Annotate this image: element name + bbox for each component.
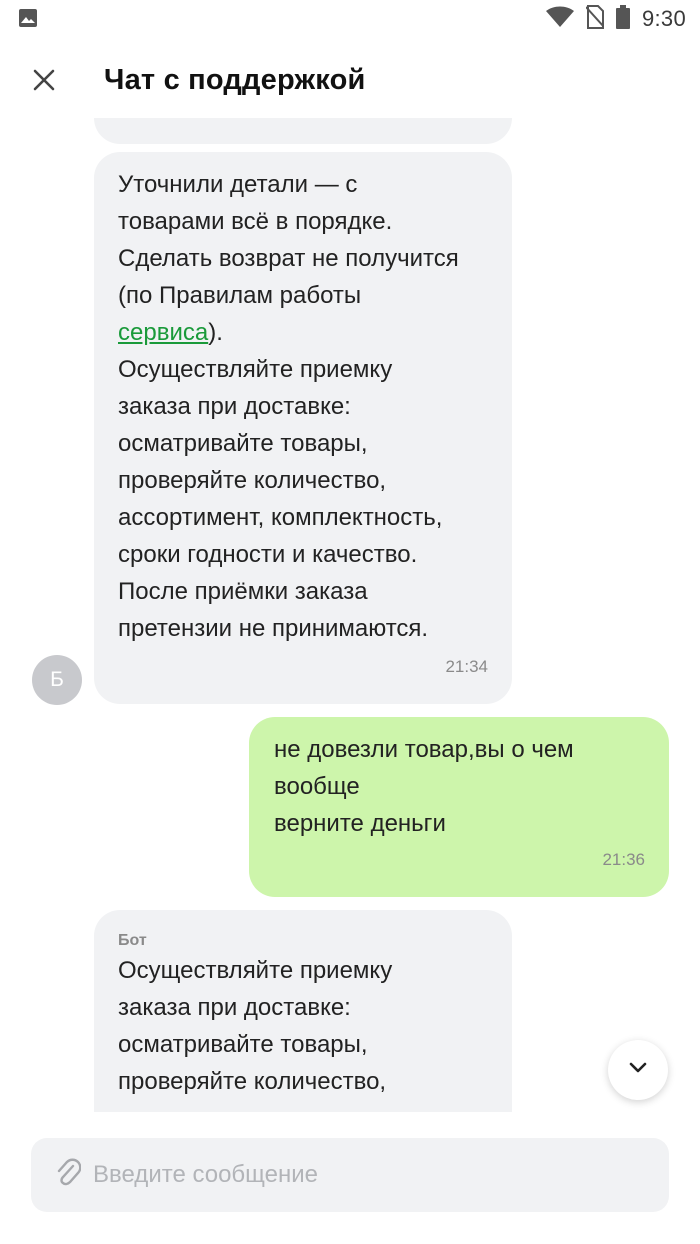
message-input[interactable] (93, 1138, 653, 1212)
image-icon (18, 8, 38, 28)
message-time: 21:34 (445, 657, 488, 676)
message-bubble-bot: Бот Осуществляйте приемку заказа при дос… (94, 910, 512, 1112)
message-composer (31, 1138, 669, 1212)
battery-icon (615, 4, 630, 34)
message-time: 21:36 (602, 850, 645, 869)
avatar: Б (32, 655, 82, 705)
paperclip-icon (55, 1158, 82, 1193)
message-text: не довезли товар,вы о чем вообще верните… (274, 736, 574, 837)
chevron-down-icon (628, 1061, 648, 1080)
rules-link[interactable]: сервиса (118, 319, 208, 346)
no-sim-icon (585, 4, 605, 34)
close-icon (33, 69, 55, 96)
page-title: Чат с поддержкой (104, 64, 366, 96)
status-time: 9:30 (641, 6, 686, 31)
message-text: Осуществляйте приемку заказа при доставк… (118, 957, 393, 1095)
status-icons: 9:30 (545, 4, 686, 34)
previous-message-bubble (94, 118, 512, 144)
message-text: Уточнили детали — с товарами всё в поряд… (118, 171, 459, 642)
message-bubble-outgoing: не довезли товар,вы о чем вообще верните… (249, 717, 669, 897)
scroll-down-button[interactable] (608, 1040, 668, 1100)
attach-button[interactable] (53, 1158, 83, 1193)
chat-messages[interactable]: Уточнили детали — с товарами всё в поряд… (0, 118, 700, 1112)
sender-name: Бот (118, 932, 147, 949)
close-button[interactable] (24, 62, 64, 102)
chat-header: Чат с поддержкой (0, 46, 700, 118)
status-bar: 9:30 (0, 0, 700, 38)
wifi-icon (545, 6, 574, 33)
message-bubble-incoming: Уточнили детали — с товарами всё в поряд… (94, 152, 512, 704)
